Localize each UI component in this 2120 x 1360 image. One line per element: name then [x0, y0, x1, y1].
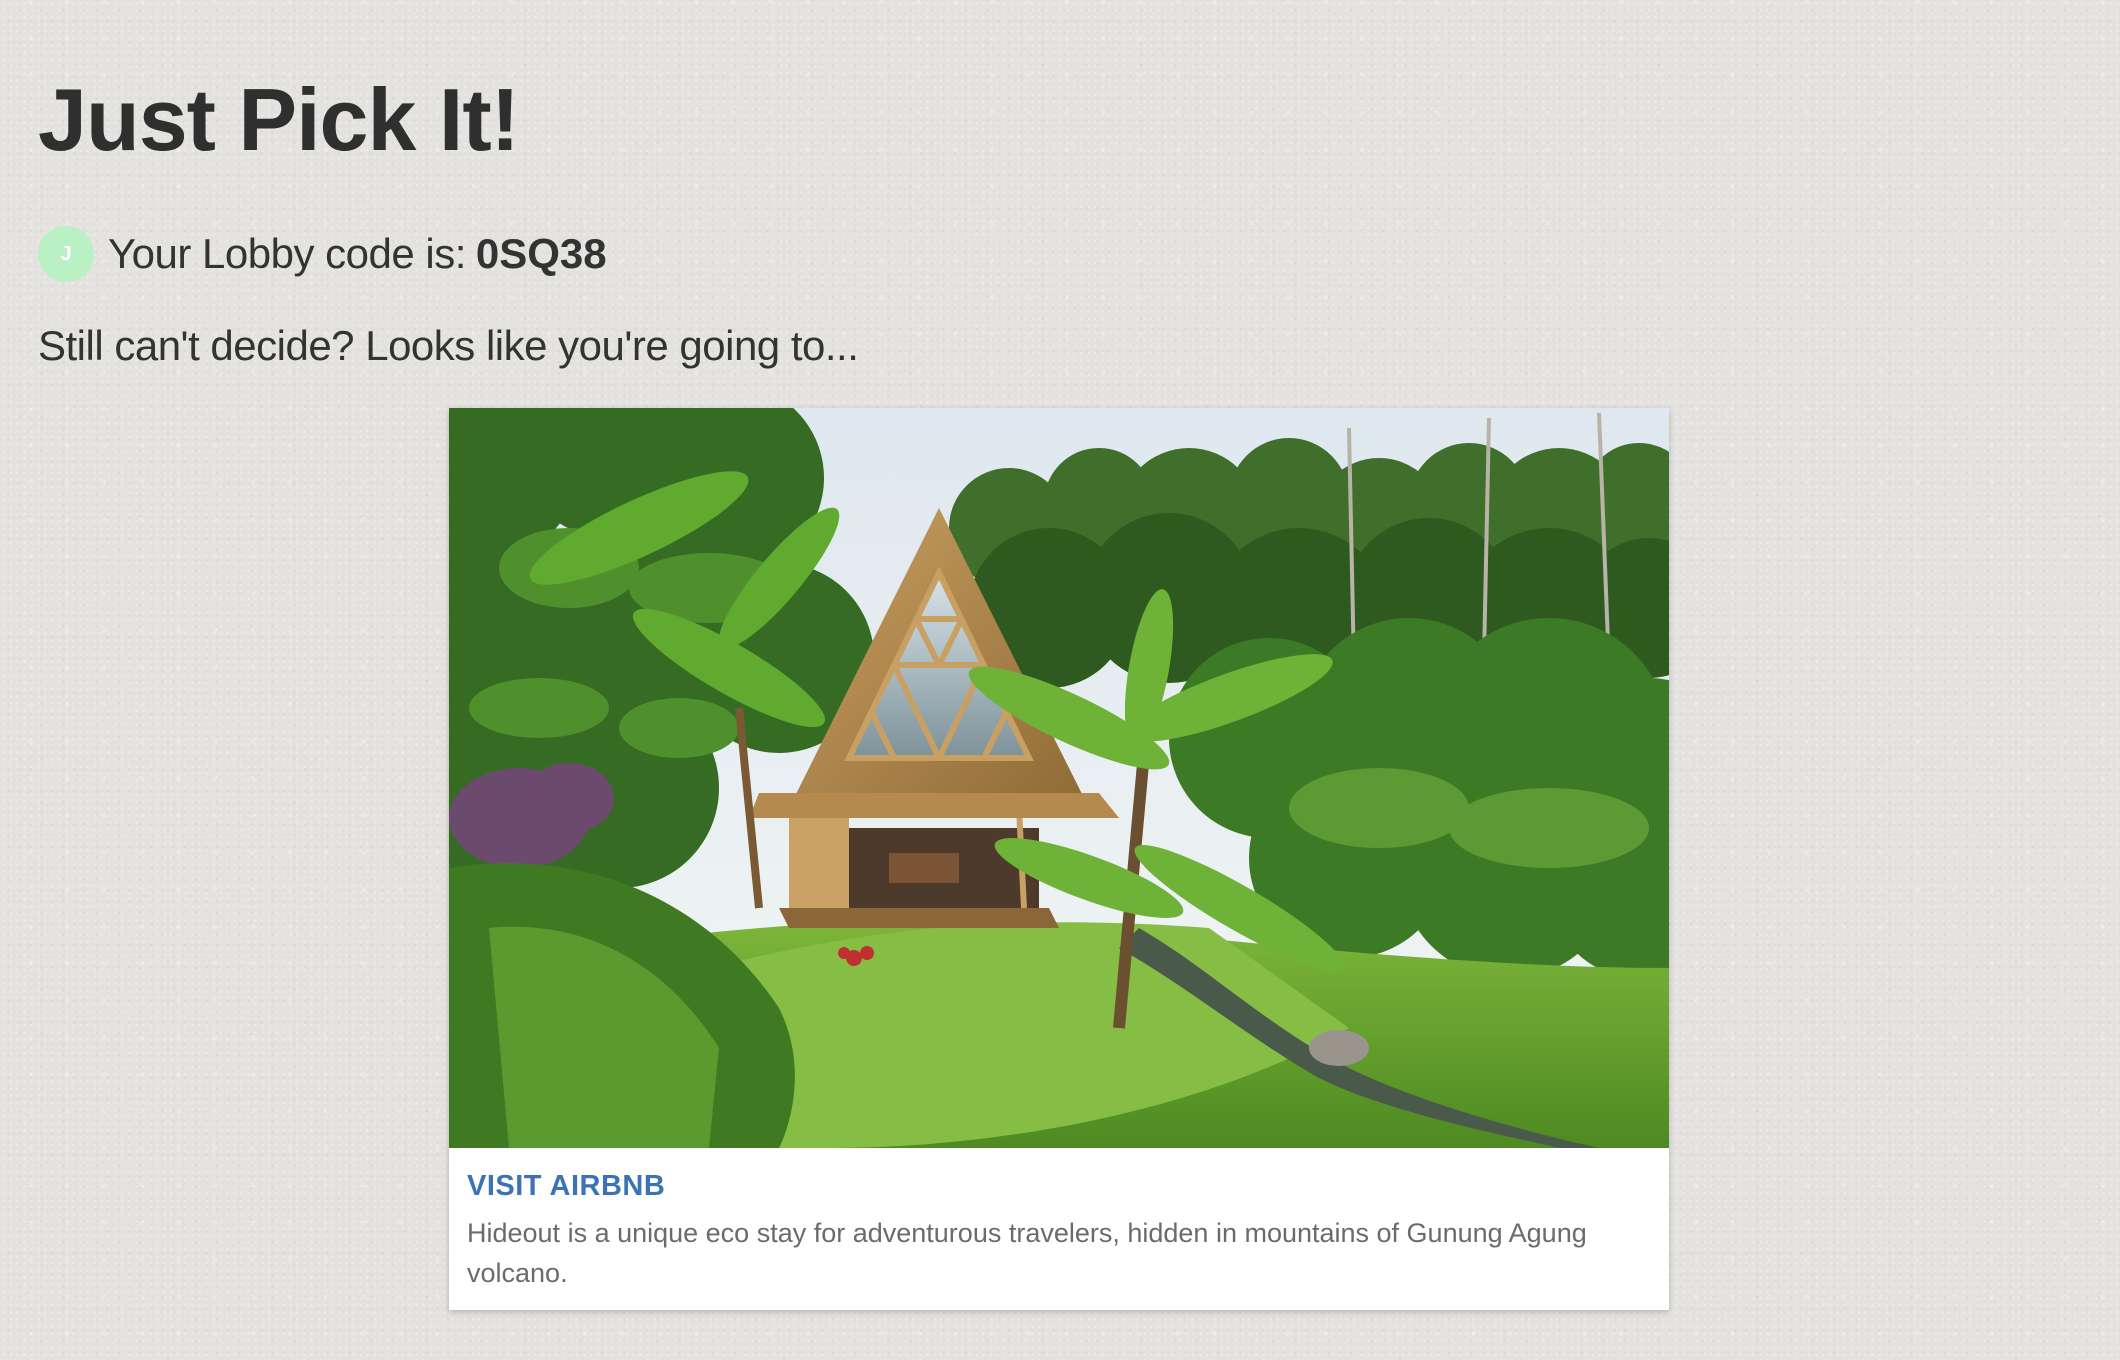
- card-body: VISIT AIRBNB Hideout is a unique eco sta…: [449, 1148, 1669, 1293]
- lobby-info: J Your Lobby code is: 0SQ38: [38, 226, 607, 282]
- result-tagline: Still can't decide? Looks like you're go…: [38, 322, 859, 369]
- lobby-code-label: Your Lobby code is:: [108, 230, 466, 277]
- user-avatar[interactable]: J: [38, 226, 94, 282]
- lobby-code-value: 0SQ38: [475, 230, 607, 277]
- result-card: VISIT AIRBNB Hideout is a unique eco sta…: [449, 408, 1669, 1310]
- listing-photo[interactable]: [449, 408, 1669, 1148]
- visit-airbnb-link[interactable]: VISIT AIRBNB: [467, 1170, 1651, 1203]
- listing-description: Hideout is a unique eco stay for adventu…: [467, 1218, 1587, 1288]
- page-title: Just Pick It!: [38, 70, 520, 169]
